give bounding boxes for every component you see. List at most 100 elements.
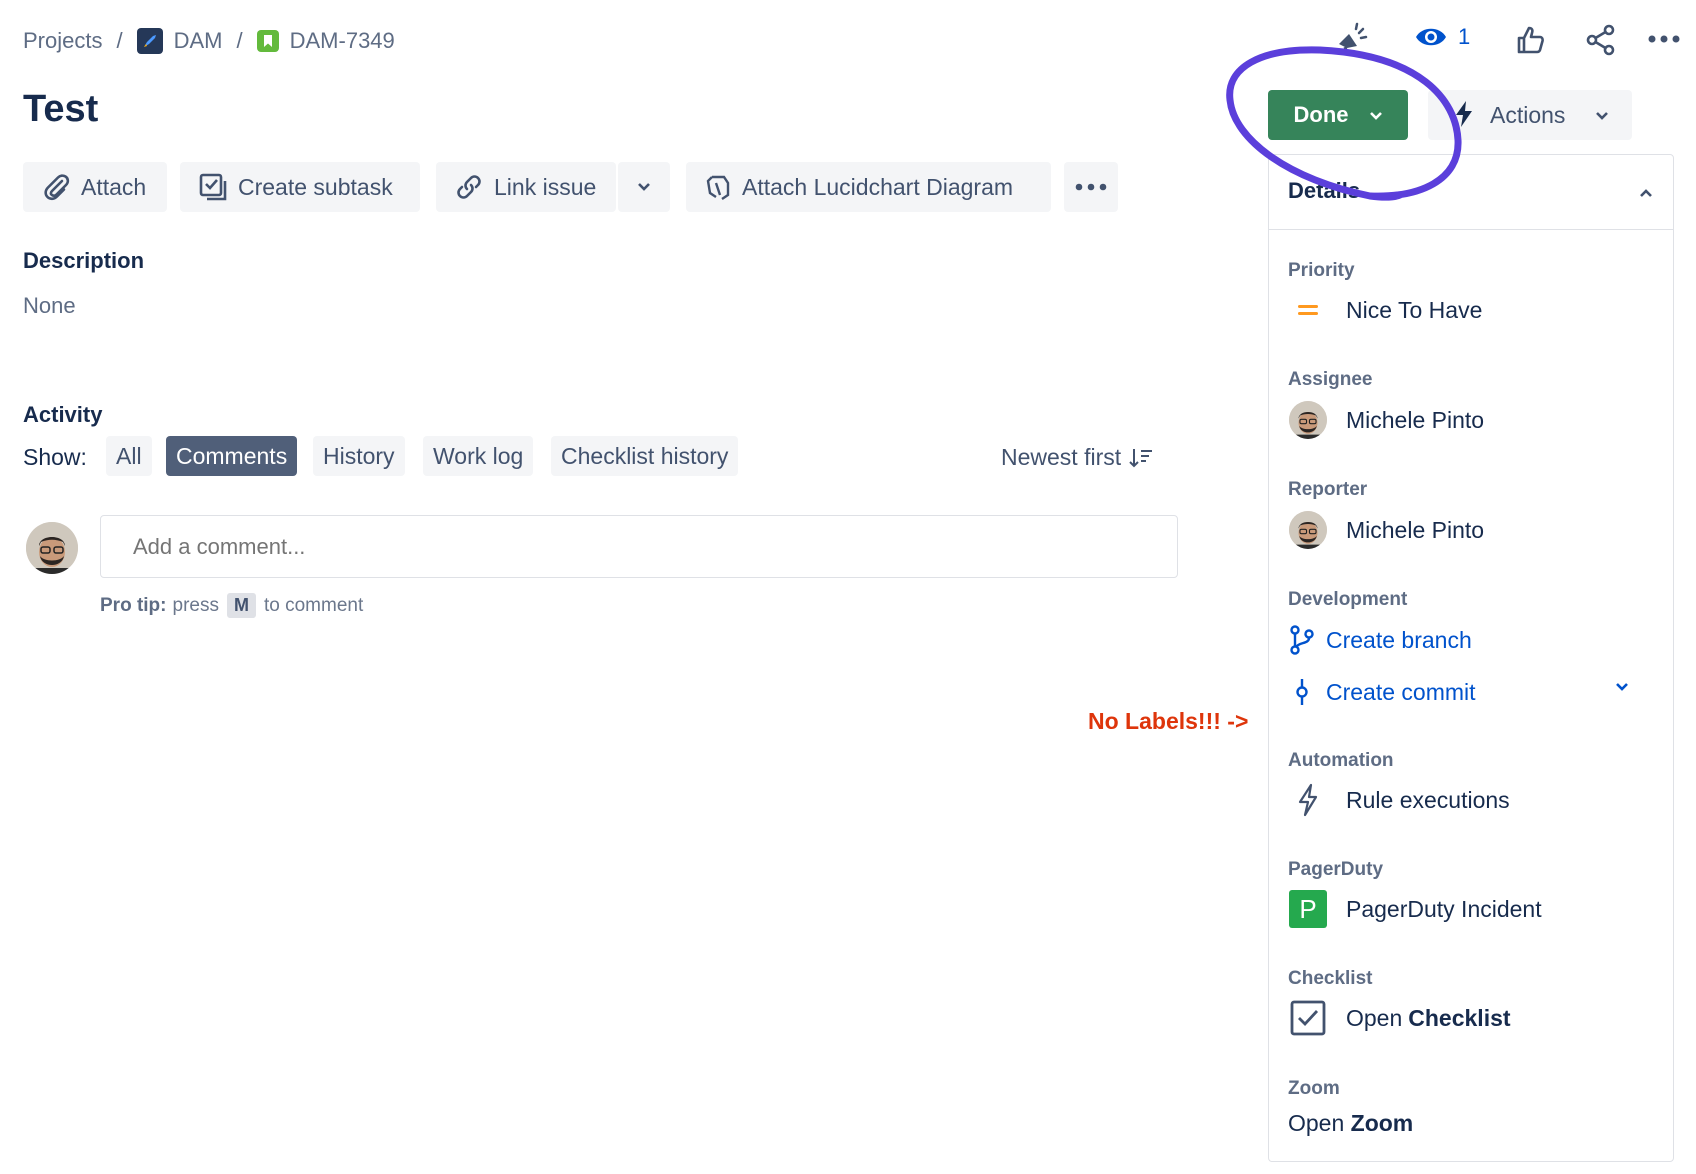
sort-toggle[interactable]: Newest first [1001,444,1153,471]
filter-checklist-history[interactable]: Checklist history [551,436,739,476]
open-checklist-field[interactable]: Open Checklist [1288,998,1511,1038]
pro-tip-bold: Pro tip: [100,594,167,616]
lucidchart-label: Attach Lucidchart Diagram [742,173,1014,200]
more-horizontal-icon[interactable] [1648,34,1680,44]
link-issue-label: Link issue [494,173,597,200]
pagerduty-field[interactable]: P PagerDuty Incident [1288,889,1542,929]
filter-work-log[interactable]: Work log [423,436,534,476]
assignee-field[interactable]: Michele Pinto [1288,400,1484,440]
sort-label: Newest first [1001,444,1122,470]
filter-all[interactable]: All [106,436,152,476]
subtask-icon [198,172,228,202]
priority-label: Priority [1288,260,1355,281]
attach-label: Attach [81,173,147,200]
pagerduty-label: PagerDuty [1288,859,1384,880]
pagerduty-icon-letter: P [1289,890,1327,928]
breadcrumb: Projects / DAM / DAM-7349 [23,24,395,58]
story-bookmark-icon [256,30,279,52]
checklist-label: Checklist [1288,968,1373,989]
reporter-label: Reporter [1288,479,1368,500]
show-label: Show: [23,444,87,470]
status-done-button[interactable]: Done [1268,90,1408,140]
priority-medium-icon [1288,290,1328,330]
create-commit-label: Create commit [1326,678,1476,705]
description-value[interactable]: None [23,293,76,319]
create-branch-link[interactable]: Create branch [1288,620,1472,660]
share-icon[interactable] [1585,24,1617,56]
rocket-icon [136,28,163,54]
assignee-avatar-wrap [1288,400,1328,440]
breadcrumb-separator: / [236,28,243,53]
lucidchart-icon [704,173,732,201]
keyboard-key: M [226,593,256,618]
zoom-label: Zoom [1288,1078,1340,1099]
assignee-label: Assignee [1288,369,1373,390]
create-branch-label: Create branch [1326,626,1472,653]
watch-button[interactable]: 1 [1414,24,1470,50]
checkbox-icon [1288,998,1328,1038]
lightning-outline-icon [1288,780,1328,820]
reporter-avatar-wrap [1288,510,1328,550]
reporter-field[interactable]: Michele Pinto [1288,510,1484,550]
eye-icon [1414,24,1448,50]
comment-input[interactable] [100,515,1178,578]
priority-field[interactable]: Nice To Have [1288,290,1482,330]
breadcrumb-projects[interactable]: Projects [23,28,102,54]
priority-value: Nice To Have [1346,296,1483,323]
more-toolbar-button[interactable] [1064,162,1118,212]
watchers-count: 1 [1458,24,1471,49]
details-heading: Details [1288,178,1361,203]
chevron-down-icon [1595,111,1609,120]
chevron-up-icon[interactable] [1638,188,1654,198]
description-heading: Description [23,248,145,273]
link-icon [454,172,484,202]
pagerduty-icon: P [1288,889,1328,929]
open-zoom-field[interactable]: Open Zoom [1288,1110,1413,1137]
actions-button[interactable]: Actions [1428,90,1632,140]
commit-icon [1288,672,1316,712]
development-label: Development [1288,589,1408,610]
avatar [26,522,78,574]
attach-button[interactable]: Attach [23,162,167,212]
breadcrumb-issue-key[interactable]: DAM-7349 [290,28,395,54]
pro-tip-text: press [172,594,219,616]
pro-tip: Pro tip: press M to comment [100,593,363,618]
create-subtask-button[interactable]: Create subtask [180,162,420,212]
more-horizontal-icon [1075,182,1107,192]
pro-tip-text-2: to comment [263,594,364,616]
reporter-value: Michele Pinto [1346,516,1485,543]
automation-label: Automation [1288,750,1394,771]
zoom-bold: Zoom [1350,1110,1414,1136]
breadcrumb-project[interactable]: DAM [174,28,223,54]
rule-executions-field[interactable]: Rule executions [1288,780,1510,820]
page-title[interactable]: Test [23,88,98,131]
filter-comments[interactable]: Comments [166,436,298,476]
no-labels-annotation: No Labels!!! -> [1088,708,1249,734]
breadcrumb-separator: / [116,28,123,53]
avatar [1289,511,1327,549]
paperclip-icon [41,172,71,202]
actions-label: Actions [1490,101,1566,128]
megaphone-icon[interactable] [1335,22,1371,56]
assignee-value: Michele Pinto [1346,406,1485,433]
sort-descending-icon [1129,447,1153,469]
lightning-icon [1453,100,1475,128]
create-commit-link[interactable]: Create commit [1288,672,1476,712]
attach-lucidchart-button[interactable]: Attach Lucidchart Diagram [686,162,1051,212]
link-issue-button[interactable]: Link issue [436,162,616,212]
chevron-down-icon[interactable] [1614,682,1630,692]
activity-heading: Activity [23,402,103,427]
details-header[interactable]: Details [1268,154,1674,230]
zoom-open: Open [1288,1110,1345,1136]
status-label: Done [1293,102,1349,127]
link-issue-dropdown[interactable] [618,162,670,212]
branch-icon [1288,620,1316,660]
chevron-down-icon [636,182,652,192]
avatar [1289,401,1327,439]
thumbs-up-icon[interactable] [1514,24,1546,56]
checklist-bold: Checklist [1408,1004,1511,1031]
chevron-down-icon [1369,111,1383,120]
create-subtask-label: Create subtask [238,173,393,200]
pagerduty-value: PagerDuty Incident [1346,895,1542,922]
filter-history[interactable]: History [313,436,405,476]
